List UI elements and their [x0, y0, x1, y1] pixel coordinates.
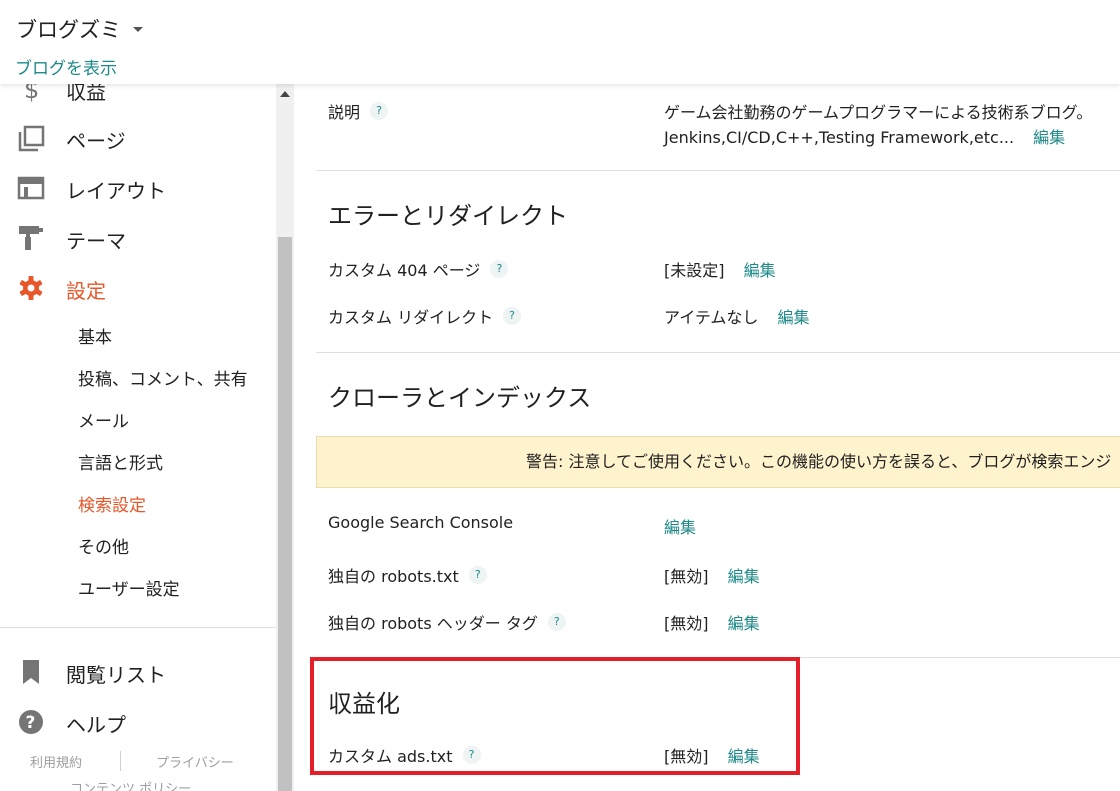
robots-txt-value: [無効] [664, 567, 709, 586]
custom-redirect-label: カスタム リダイレクト [328, 308, 494, 327]
sidebar-item-layout[interactable]: レイアウト [0, 165, 276, 211]
description-line2-row: Jenkins,CI/CD,C++,Testing Framework,etc.… [664, 124, 1065, 148]
robots-header-value: [無効] [664, 614, 709, 633]
gsc-value-row: 編集 [664, 514, 696, 538]
custom-404-label: カスタム 404 ページ [328, 261, 481, 280]
robots-txt-row: 独自の robots.txt ? [328, 563, 487, 587]
section-divider [316, 352, 1120, 353]
sidebar-item-label: ヘルプ [66, 713, 126, 737]
layout-icon [17, 176, 45, 200]
sidebar-item-pages[interactable]: ページ [0, 115, 276, 161]
gear-icon [19, 276, 43, 300]
sidebar-item-earnings[interactable]: $ 収益 [0, 84, 276, 112]
edit-gsc-link[interactable]: 編集 [664, 518, 696, 537]
warning-text: 警告: 注意してご使用ください。この機能の使い方を誤ると、ブログが検索エンジ [526, 452, 1112, 471]
sidebar-item-settings[interactable]: 設定 [0, 265, 276, 311]
robots-header-row: 独自の robots ヘッダー タグ ? [328, 610, 566, 634]
sidebar: $ 収益 ページ レイアウト テーマ 設定 基本 投稿、コメント、共有 メール … [0, 84, 276, 791]
gsc-label: Google Search Console [328, 513, 514, 532]
warning-banner: 警告: 注意してご使用ください。この機能の使い方を誤ると、ブログが検索エンジ [316, 436, 1120, 488]
sidebar-item-label: 閲覧リスト [66, 663, 166, 687]
edit-description-link[interactable]: 編集 [1033, 128, 1065, 147]
settings-email[interactable]: メール [78, 407, 129, 432]
robots-header-value-row: [無効] 編集 [664, 610, 760, 634]
scrollbar-thumb[interactable] [278, 237, 292, 791]
sidebar-item-help[interactable]: ? ヘルプ [0, 699, 276, 745]
svg-text:$: $ [24, 84, 39, 104]
description-line2: Jenkins,CI/CD,C++,Testing Framework,etc.… [664, 128, 1015, 147]
robots-header-help-icon[interactable]: ? [547, 613, 566, 631]
settings-posts-comments-sharing[interactable]: 投稿、コメント、共有 [78, 365, 248, 390]
robots-txt-label: 独自の robots.txt [328, 567, 459, 586]
highlight-box [310, 657, 800, 775]
scroll-up-arrow-icon[interactable] [280, 91, 290, 97]
settings-other[interactable]: その他 [78, 533, 129, 558]
custom-404-help-icon[interactable]: ? [490, 260, 509, 278]
crawlers-indexing-title: クローラとインデックス [328, 384, 592, 412]
custom-404-value: [未設定] [664, 261, 725, 280]
app-header: ブログズミ ブログを表示 [0, 0, 1120, 84]
footer-separator [120, 751, 121, 771]
custom-redirect-value: アイテムなし [664, 308, 759, 327]
settings-search-preferences[interactable]: 検索設定 [78, 491, 146, 516]
sidebar-item-label: 設定 [66, 279, 106, 303]
chevron-down-icon [133, 26, 143, 32]
custom-redirect-value-row: アイテムなし 編集 [664, 304, 810, 328]
sidebar-divider [0, 627, 276, 628]
dollar-icon: $ [24, 84, 39, 104]
sidebar-item-theme[interactable]: テーマ [0, 215, 276, 261]
robots-txt-value-row: [無効] 編集 [664, 563, 760, 587]
content-policy-link[interactable]: コンテンツ ポリシー [70, 778, 191, 791]
gsc-row: Google Search Console [328, 513, 513, 532]
help-circle-icon: ? [19, 710, 43, 734]
blog-selector[interactable]: ブログズミ [16, 14, 143, 44]
view-blog-link[interactable]: ブログを表示 [15, 54, 117, 79]
description-help-icon[interactable]: ? [370, 102, 389, 120]
sidebar-item-reading-list[interactable]: 閲覧リスト [0, 649, 276, 695]
edit-custom-redirect-link[interactable]: 編集 [778, 308, 810, 327]
blog-title: ブログズミ [16, 18, 121, 42]
sidebar-scrollbar[interactable] [276, 84, 294, 791]
section-divider [316, 170, 1120, 171]
edit-custom-404-link[interactable]: 編集 [744, 261, 776, 280]
custom-redirect-help-icon[interactable]: ? [503, 307, 522, 325]
errors-redirects-title: エラーとリダイレクト [328, 202, 568, 230]
sidebar-item-label: 収益 [66, 84, 106, 104]
description-row: 説明 ? [328, 99, 389, 123]
custom-404-row: カスタム 404 ページ ? [328, 257, 509, 281]
svg-text:?: ? [26, 713, 36, 733]
sidebar-item-label: レイアウト [66, 179, 166, 203]
sidebar-item-label: ページ [66, 129, 126, 153]
description-line1: ゲーム会社勤務のゲームプログラマーによる技術系ブログ。 [664, 103, 1093, 122]
settings-main: 説明 ? ゲーム会社勤務のゲームプログラマーによる技術系ブログ。 Jenkins… [294, 84, 1120, 791]
paint-roller-icon [19, 226, 43, 250]
description-label: 説明 [328, 103, 361, 122]
robots-txt-help-icon[interactable]: ? [468, 566, 487, 584]
settings-user[interactable]: ユーザー設定 [78, 575, 180, 600]
custom-redirect-row: カスタム リダイレクト ? [328, 304, 522, 328]
terms-link[interactable]: 利用規約 [30, 752, 82, 771]
settings-basic[interactable]: 基本 [78, 323, 112, 348]
edit-robots-header-link[interactable]: 編集 [728, 614, 760, 633]
edit-robots-txt-link[interactable]: 編集 [728, 567, 760, 586]
settings-language-format[interactable]: 言語と形式 [78, 449, 163, 474]
pages-icon [18, 125, 45, 152]
bookmark-icon [23, 660, 39, 684]
robots-header-label: 独自の robots ヘッダー タグ [328, 614, 538, 633]
custom-404-value-row: [未設定] 編集 [664, 257, 776, 281]
privacy-link[interactable]: プライバシー [156, 752, 234, 771]
sidebar-item-label: テーマ [66, 229, 126, 253]
